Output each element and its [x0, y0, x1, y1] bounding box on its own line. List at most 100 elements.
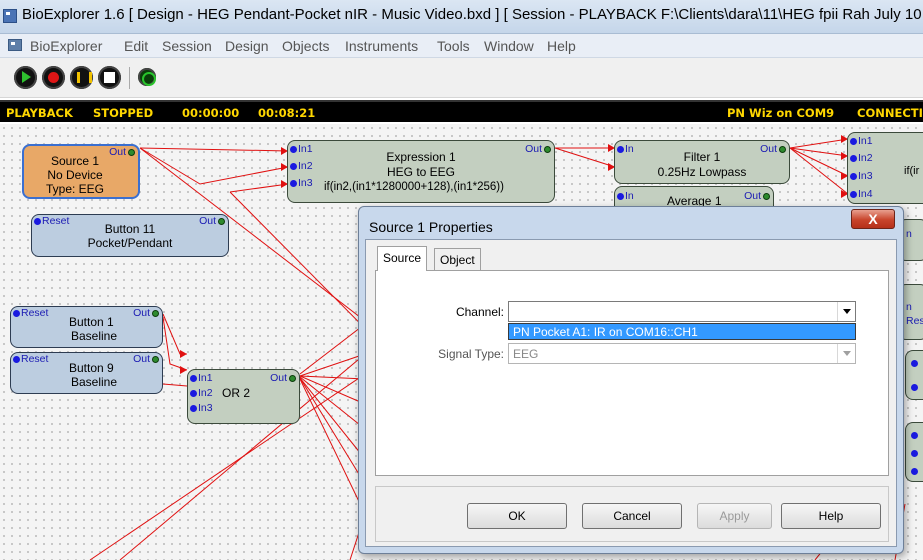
edge-node-a-pin: n	[906, 228, 912, 240]
dialog-client-area: Source Object Channel: PN Pocket A1: IR …	[365, 239, 897, 547]
expression-1-node[interactable]: In1 In2 In3 Expression 1 HEG to EEG if(i…	[287, 140, 555, 203]
menu-help[interactable]: Help	[547, 38, 576, 54]
toolbar	[0, 58, 923, 98]
button-9-label: Button 9	[69, 361, 114, 375]
pin-dot-icon	[850, 172, 857, 180]
play-icon[interactable]	[14, 66, 37, 89]
filter-1-out-pin[interactable]: Out	[760, 143, 787, 155]
menu-window[interactable]: Window	[484, 38, 534, 54]
pin-dot-icon	[544, 145, 551, 153]
right-node-in2-pin[interactable]: In2	[850, 152, 873, 164]
title-bar: BioExplorer 1.6 [ Design - HEG Pendant-P…	[0, 0, 923, 34]
app-icon	[3, 9, 17, 23]
expression-1-formula: if(in2,(in1*1280000+128),(in1*256))	[324, 181, 504, 193]
dialog-title: Source 1 Properties	[369, 219, 493, 235]
pin-dot-icon	[152, 309, 159, 317]
button-11-node[interactable]: Reset Button 11 Pocket/Pendant Out	[31, 214, 229, 257]
button-11-out-pin[interactable]: Out	[199, 215, 226, 227]
connect-icon[interactable]	[138, 68, 156, 86]
menu-bioexplorer[interactable]: BioExplorer	[30, 38, 102, 54]
source-1-device: No Device	[47, 168, 103, 182]
right-node-formula: if(ir	[904, 165, 920, 177]
apply-button[interactable]: Apply	[697, 503, 772, 529]
menu-design[interactable]: Design	[225, 38, 269, 54]
button-1-caption: Baseline	[71, 329, 118, 343]
button-9-reset-pin[interactable]: Reset	[13, 353, 48, 365]
pin-dot-icon	[779, 145, 786, 153]
button-1-label: Button 1	[69, 315, 114, 329]
window-title: BioExplorer 1.6 [ Design - HEG Pendant-P…	[22, 6, 923, 23]
edge-node-c[interactable]	[905, 350, 923, 400]
pin-dot-icon	[850, 154, 857, 162]
edge-node-c-pin	[911, 357, 919, 369]
pin-dot-icon	[13, 355, 20, 363]
channel-select[interactable]	[508, 301, 856, 322]
menu-tools[interactable]: Tools	[437, 38, 470, 54]
button-1-reset-pin[interactable]: Reset	[13, 307, 48, 319]
button-9-node[interactable]: Reset Button 9 Baseline Out	[10, 352, 163, 394]
channel-dropdown-option[interactable]: PN Pocket A1: IR on COM16::CH1	[508, 323, 856, 340]
menu-instruments[interactable]: Instruments	[345, 38, 418, 54]
edge-node-d-pin-3	[911, 465, 919, 477]
pin-dot-icon	[850, 137, 857, 145]
chevron-down-icon[interactable]	[837, 344, 855, 363]
or-2-in1-pin[interactable]: In1	[190, 372, 213, 384]
right-node-in4-pin[interactable]: In4	[850, 188, 873, 200]
pin-dot-icon	[190, 374, 197, 382]
menu-bar: BioExplorer Edit Session Design Objects …	[0, 34, 923, 58]
or-2-node[interactable]: In1 In2 In3 OR 2 Out	[187, 369, 300, 424]
button-1-node[interactable]: Reset Button 1 Baseline Out	[10, 306, 163, 348]
ok-button[interactable]: OK	[467, 503, 567, 529]
pin-dot-icon	[617, 192, 624, 200]
source-properties-dialog: Source 1 Properties X Source Object Chan…	[358, 206, 904, 554]
menu-edit[interactable]: Edit	[124, 38, 148, 54]
expression-1-out-pin[interactable]: Out	[525, 143, 552, 155]
pin-dot-icon	[190, 389, 197, 397]
right-edge-node[interactable]: In1 In2 In3 In4 if(ir	[847, 132, 923, 204]
pin-dot-icon	[850, 190, 857, 198]
menu-session[interactable]: Session	[162, 38, 212, 54]
button-9-caption: Baseline	[71, 375, 118, 389]
status-state: STOPPED	[93, 106, 154, 120]
pin-dot-icon	[763, 192, 770, 200]
right-node-in3-pin[interactable]: In3	[850, 170, 873, 182]
status-time-elapsed: 00:00:00	[182, 106, 240, 120]
tab-source[interactable]: Source	[377, 246, 428, 271]
or-2-out-pin[interactable]: Out	[270, 372, 297, 384]
edge-node-b-pin: n	[906, 301, 912, 313]
or-2-in2-pin[interactable]: In2	[190, 387, 213, 399]
edge-node-b-reset: Res	[906, 315, 923, 327]
source-1-node[interactable]: Source 1 No Device Type: EEG Out	[22, 144, 140, 199]
button-11-label: Button 11	[104, 222, 156, 236]
average-1-in-pin[interactable]: In	[617, 190, 634, 202]
document-icon[interactable]	[8, 39, 22, 51]
status-connection: CONNECTI	[857, 106, 923, 120]
stop-icon[interactable]	[98, 66, 121, 89]
pin-dot-icon	[128, 148, 135, 156]
help-button[interactable]: Help	[781, 503, 881, 529]
status-mode: PLAYBACK	[6, 106, 73, 120]
close-icon[interactable]: X	[851, 209, 895, 229]
edge-node-d-pin	[911, 429, 919, 441]
menu-objects[interactable]: Objects	[282, 38, 329, 54]
record-icon[interactable]	[42, 66, 65, 89]
filter-1-node[interactable]: In Filter 1 0.25Hz Lowpass Out	[614, 140, 790, 184]
pin-dot-icon	[290, 179, 297, 187]
cancel-button[interactable]: Cancel	[582, 503, 682, 529]
pin-dot-icon	[911, 449, 918, 457]
source-1-out-pin[interactable]: Out	[109, 146, 136, 158]
status-device: PN Wiz on COM9	[727, 106, 835, 120]
button-1-out-pin[interactable]: Out	[133, 307, 160, 319]
button-9-out-pin[interactable]: Out	[133, 353, 160, 365]
average-1-out-pin[interactable]: Out	[744, 190, 771, 202]
edge-node-d[interactable]	[905, 422, 923, 482]
chevron-down-icon[interactable]	[837, 302, 855, 321]
pin-dot-icon	[911, 467, 918, 475]
signal-type-select[interactable]: EEG	[508, 343, 856, 364]
expression-1-caption: HEG to EEG	[386, 165, 456, 179]
tab-object[interactable]: Object	[434, 248, 481, 270]
pause-icon[interactable]	[70, 66, 93, 89]
right-node-in1-pin[interactable]: In1	[850, 135, 873, 147]
or-2-in3-pin[interactable]: In3	[190, 402, 213, 414]
or-2-label: OR 2	[222, 386, 251, 400]
